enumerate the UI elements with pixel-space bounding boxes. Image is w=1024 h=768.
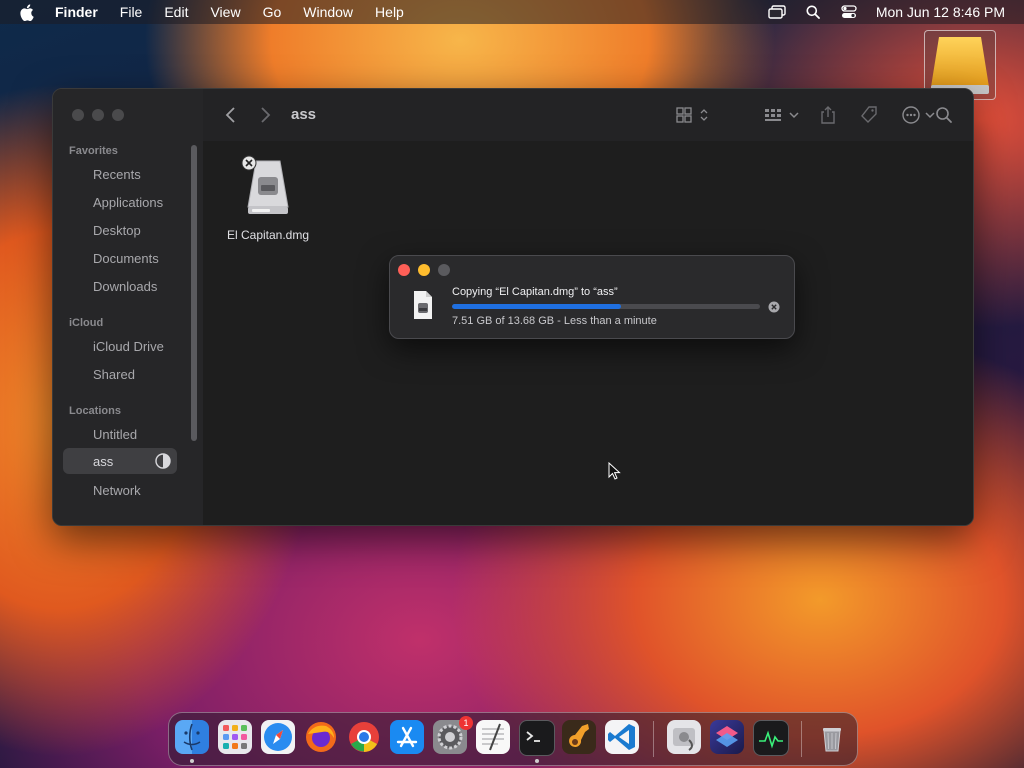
dock-running-indicator — [535, 759, 539, 763]
dock-firefox-icon[interactable] — [304, 720, 338, 754]
file-item[interactable]: El Capitan.dmg — [223, 155, 313, 242]
group-by-icon[interactable] — [763, 105, 801, 125]
dock-vscode-icon[interactable] — [605, 720, 639, 754]
copy-progress-dialog: Copying “El Capitan.dmg” to “ass” 7.51 G… — [389, 255, 795, 339]
stop-copy-icon[interactable] — [768, 300, 780, 313]
sidebar-section-icloud: iCloud — [69, 317, 104, 329]
apple-menu-icon[interactable] — [19, 3, 35, 21]
window-minimize-button[interactable] — [92, 109, 104, 121]
sidebar-item-untitled[interactable]: Untitled — [93, 427, 137, 442]
window-zoom-button[interactable] — [112, 109, 124, 121]
dialog-window-controls — [398, 264, 450, 276]
more-actions-icon[interactable] — [901, 105, 937, 125]
sidebar-item-desktop[interactable]: Desktop — [93, 223, 141, 238]
sidebar-item-applications[interactable]: Applications — [93, 195, 163, 210]
sidebar-scrollbar[interactable] — [191, 145, 197, 441]
menu-file[interactable]: File — [120, 4, 143, 20]
copy-title: Copying “El Capitan.dmg” to “ass” — [452, 286, 618, 298]
dock-launchpad-icon[interactable] — [218, 720, 252, 754]
share-icon[interactable] — [819, 105, 837, 125]
toolbar: ass — [203, 89, 973, 142]
dock-separator — [801, 721, 802, 757]
dock-finder-icon[interactable] — [175, 720, 209, 754]
menu-go[interactable]: Go — [263, 4, 282, 20]
dock-system-settings-icon[interactable]: 1 — [433, 716, 473, 754]
document-icon — [414, 291, 432, 319]
dock-garageband-icon[interactable] — [562, 720, 596, 754]
dock-terminal-icon[interactable] — [519, 720, 555, 756]
sidebar-section-favorites: Favorites — [69, 145, 118, 157]
menu-app-name[interactable]: Finder — [55, 4, 98, 20]
sidebar: Favorites Recents Applications Desktop D… — [53, 89, 204, 525]
sidebar-item-downloads[interactable]: Downloads — [93, 279, 157, 294]
dock-running-indicator — [190, 759, 194, 763]
dock-shortcuts-icon[interactable] — [710, 720, 744, 754]
dock-textedit-icon[interactable] — [476, 720, 510, 754]
sidebar-item-documents[interactable]: Documents — [93, 251, 159, 266]
sidebar-item-ass[interactable]: ass — [63, 448, 177, 474]
icon-view-icon[interactable] — [675, 105, 711, 125]
dialog-close-button[interactable] — [398, 264, 410, 276]
file-name: El Capitan.dmg — [226, 228, 310, 242]
forward-icon[interactable] — [259, 105, 271, 125]
sidebar-item-label: ass — [93, 453, 114, 469]
sidebar-item-network[interactable]: Network — [93, 483, 141, 498]
control-center-icon[interactable] — [840, 5, 858, 19]
window-title: ass — [291, 106, 317, 123]
dock: 1 — [168, 712, 858, 766]
sidebar-item-recents[interactable]: Recents — [93, 167, 141, 182]
dock-activity-monitor-icon[interactable] — [753, 720, 789, 756]
window-controls — [72, 109, 124, 121]
copy-progress-fill — [452, 304, 622, 309]
sidebar-item-shared[interactable]: Shared — [93, 367, 135, 382]
menu-bar: Finder File Edit View Go Window Help Mon… — [0, 0, 1024, 24]
menu-edit[interactable]: Edit — [164, 4, 188, 20]
menu-help[interactable]: Help — [375, 4, 404, 20]
notification-badge: 1 — [459, 716, 473, 730]
dock-disk-utility-icon[interactable] — [667, 720, 701, 754]
sidebar-item-icloud-drive[interactable]: iCloud Drive — [93, 339, 164, 354]
progress-pie-icon — [155, 453, 171, 469]
dmg-file-icon — [241, 155, 289, 214]
dialog-minimize-button[interactable] — [418, 264, 430, 276]
dock-app-store-icon[interactable] — [390, 720, 424, 754]
screen-mirroring-icon[interactable] — [768, 5, 786, 19]
dock-chrome-icon[interactable] — [347, 720, 381, 754]
spotlight-search-icon[interactable] — [804, 5, 822, 19]
dialog-zoom-button — [438, 264, 450, 276]
copy-progress-bar — [452, 304, 760, 309]
menu-view[interactable]: View — [210, 4, 240, 20]
menu-window[interactable]: Window — [303, 4, 353, 20]
dock-separator — [653, 721, 654, 757]
sidebar-section-locations: Locations — [69, 405, 121, 417]
search-icon[interactable] — [935, 105, 953, 125]
dock-trash-icon[interactable] — [815, 720, 849, 754]
dock-safari-icon[interactable] — [261, 720, 295, 754]
menu-clock[interactable]: Mon Jun 12 8:46 PM — [876, 4, 1005, 20]
tag-icon[interactable] — [859, 105, 879, 125]
back-icon[interactable] — [225, 105, 237, 125]
window-close-button[interactable] — [72, 109, 84, 121]
mouse-cursor-icon — [608, 462, 621, 480]
copy-status: 7.51 GB of 13.68 GB - Less than a minute — [452, 315, 657, 327]
